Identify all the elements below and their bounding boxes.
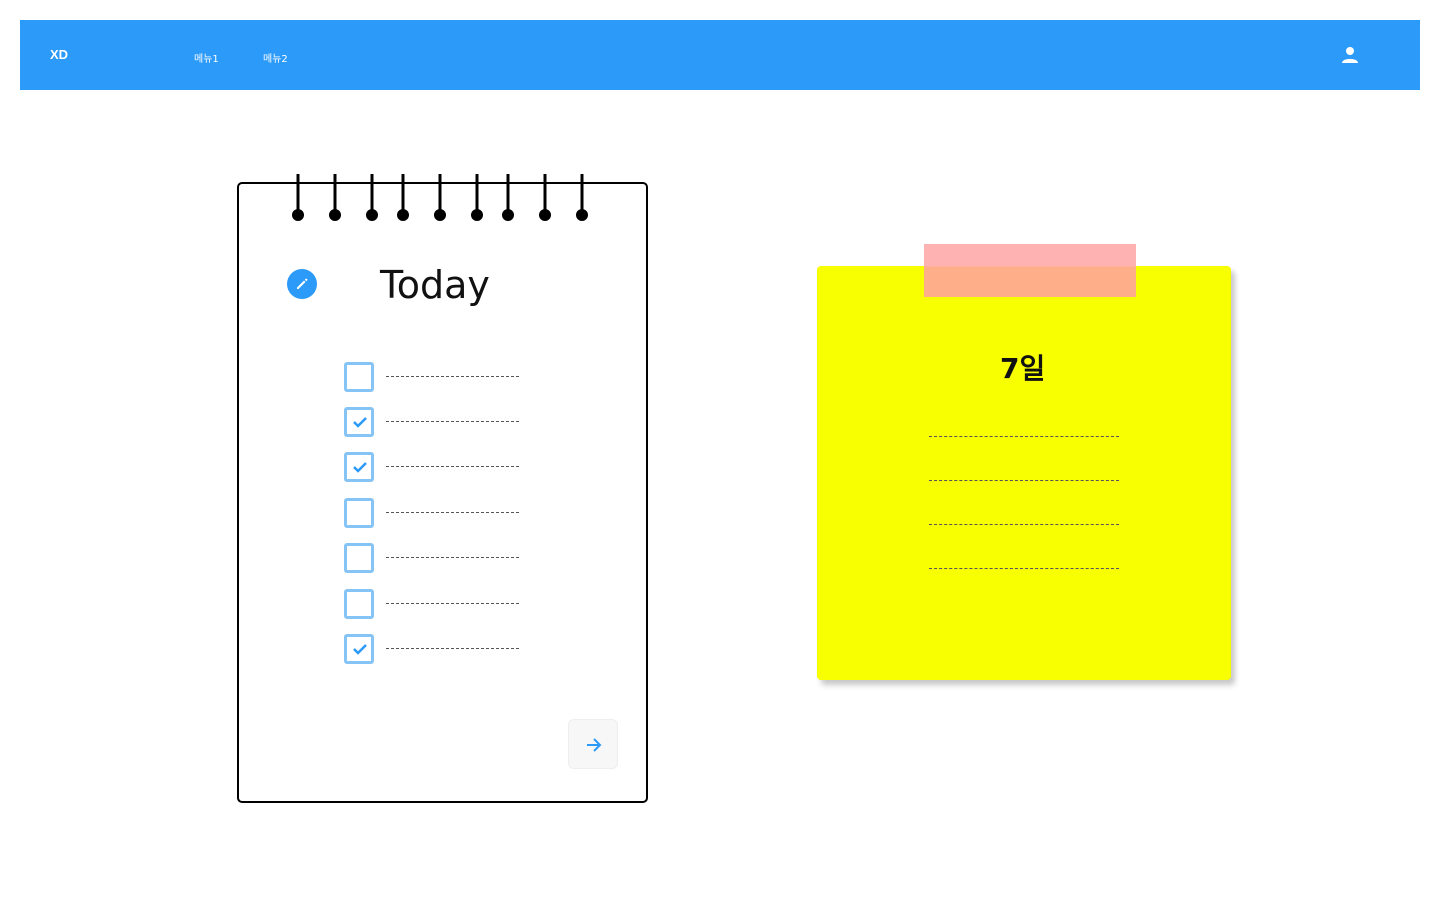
edit-button[interactable] <box>287 269 317 299</box>
check-icon <box>353 462 367 473</box>
sticky-note <box>817 266 1231 680</box>
task-checkbox[interactable] <box>344 362 374 392</box>
task-placeholder-line <box>386 376 519 377</box>
task-item <box>344 452 524 482</box>
task-placeholder-line <box>386 466 519 467</box>
task-placeholder-line <box>386 603 519 604</box>
task-placeholder-line <box>386 512 519 513</box>
task-checkbox[interactable] <box>344 589 374 619</box>
task-item <box>344 498 524 528</box>
sticky-placeholder-line <box>929 524 1119 525</box>
task-checkbox[interactable] <box>344 498 374 528</box>
check-icon <box>353 644 367 655</box>
arrow-right-icon <box>587 738 602 752</box>
logo[interactable]: XD <box>50 47 68 62</box>
nav-menu-2[interactable]: 메뉴2 <box>263 50 288 65</box>
check-icon <box>353 417 367 428</box>
top-navbar: XD 메뉴1 메뉴2 <box>20 20 1420 90</box>
task-checkbox[interactable] <box>344 634 374 664</box>
notebook-title: Today <box>380 263 490 307</box>
sticky-placeholder-line <box>929 480 1119 481</box>
task-item <box>344 589 524 619</box>
sticky-note-title: 7일 <box>1000 352 1046 385</box>
task-placeholder-line <box>386 557 519 558</box>
user-icon[interactable] <box>1340 45 1360 65</box>
sticky-placeholder-line <box>929 436 1119 437</box>
task-item <box>344 543 524 573</box>
task-checkbox[interactable] <box>344 407 374 437</box>
task-checkbox[interactable] <box>344 543 374 573</box>
sticky-placeholder-line <box>929 568 1119 569</box>
task-placeholder-line <box>386 421 519 422</box>
task-item <box>344 362 524 392</box>
pencil-icon <box>297 278 308 289</box>
nav-menu-1[interactable]: 메뉴1 <box>194 50 219 65</box>
task-item <box>344 634 524 664</box>
task-checkbox[interactable] <box>344 452 374 482</box>
task-item <box>344 407 524 437</box>
sticky-tape <box>924 244 1136 297</box>
task-placeholder-line <box>386 648 519 649</box>
next-button[interactable] <box>568 719 618 769</box>
